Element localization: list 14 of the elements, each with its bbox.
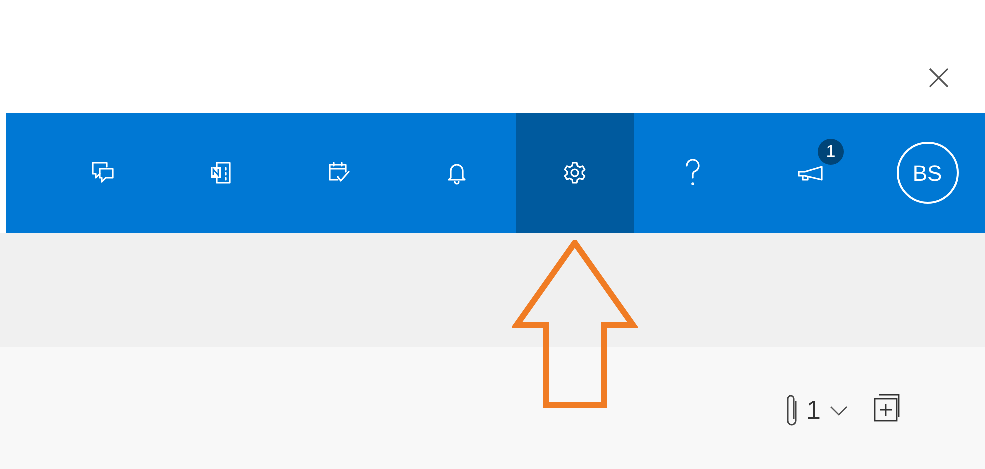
attachment-dropdown[interactable]: 1 — [784, 391, 849, 430]
chat-icon — [90, 160, 116, 186]
settings-icon — [562, 160, 588, 186]
paperclip-icon — [784, 392, 799, 428]
add-square-icon — [873, 393, 901, 423]
notification-badge: 1 — [818, 139, 844, 165]
chevron-down-icon — [829, 404, 849, 416]
avatar[interactable]: BS — [896, 142, 958, 204]
toolbar-button[interactable]: 1 — [752, 113, 870, 233]
notebook-icon — [208, 160, 234, 186]
help-icon — [683, 158, 703, 188]
close-icon — [927, 66, 951, 90]
add-button[interactable] — [873, 393, 901, 423]
toolbar-button[interactable] — [516, 113, 634, 233]
